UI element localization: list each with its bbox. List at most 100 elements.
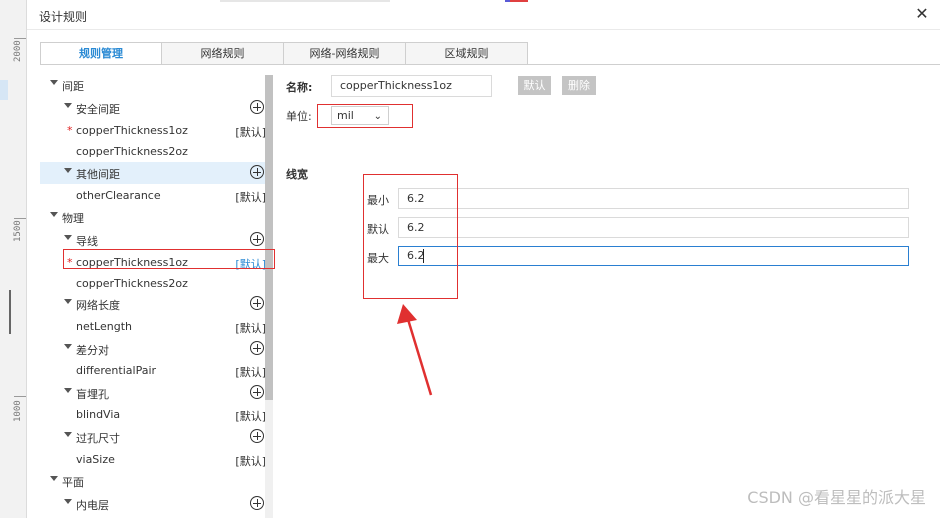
add-rule-icon[interactable]	[250, 100, 264, 114]
tree-rule-net-length[interactable]: netLength [默认]	[40, 316, 266, 338]
background-strip	[220, 0, 390, 2]
expand-arrow-icon[interactable]	[64, 344, 72, 349]
tree-node-inner-layer[interactable]: 内电层	[40, 493, 266, 515]
name-label: 名称:	[286, 81, 313, 94]
background-strip	[510, 0, 528, 2]
tree-node-label: 过孔尺寸	[76, 432, 120, 445]
rule-tree: 间距 安全间距 * copperThickness1oz [默认] copper…	[40, 70, 266, 518]
tree-node-label: 内电层	[76, 499, 109, 512]
width-section-title: 线宽	[286, 168, 308, 181]
default-tag: [默认]	[235, 191, 266, 204]
annotation-arrow-icon	[397, 304, 433, 396]
tree-node-blind-via[interactable]: 盲埋孔	[40, 382, 266, 404]
add-rule-icon[interactable]	[250, 496, 264, 510]
tree-rule-safe-copper2oz[interactable]: copperThickness2oz	[40, 141, 266, 163]
ruler-tick	[14, 396, 26, 397]
tree-rule-other-clearance[interactable]: otherClearance [默认]	[40, 185, 266, 207]
tree-rule-label: copperThickness2oz	[76, 277, 188, 290]
add-rule-icon[interactable]	[250, 341, 264, 355]
tab-net-net-rules[interactable]: 网络-网络规则	[284, 42, 406, 65]
tree-node-label: 其他间距	[76, 168, 120, 181]
tree-node-label: 平面	[62, 476, 84, 489]
tab-rule-management[interactable]: 规则管理	[40, 42, 162, 65]
tree-node-label: 物理	[62, 212, 84, 225]
tab-region-rules[interactable]: 区域规则	[406, 42, 528, 65]
tree-scrollbar-thumb[interactable]	[265, 75, 273, 400]
tree-rule-via-size[interactable]: viaSize [默认]	[40, 449, 266, 471]
tree-node-via-size[interactable]: 过孔尺寸	[40, 426, 266, 448]
min-width-input[interactable]: 6.2	[398, 188, 909, 209]
tree-rule-label: differentialPair	[76, 364, 157, 377]
required-marker: *	[67, 124, 73, 137]
arrow-shaft	[405, 315, 433, 396]
tree-node-plane[interactable]: 平面	[40, 470, 266, 492]
tree-rule-label: netLength	[76, 320, 132, 333]
dialog-title: 设计规则	[39, 10, 88, 24]
ruler-label-2000: 2000	[13, 40, 23, 62]
add-rule-icon[interactable]	[250, 429, 264, 443]
set-default-button[interactable]: 默认	[518, 76, 551, 95]
tree-rule-blind-via[interactable]: blindVia [默认]	[40, 404, 266, 426]
default-width-input[interactable]: 6.2	[398, 217, 909, 238]
default-tag: [默认]	[235, 366, 266, 379]
annotation-box-width-labels	[363, 174, 458, 299]
tree-node-label: 导线	[76, 235, 98, 248]
expand-arrow-icon[interactable]	[64, 299, 72, 304]
add-rule-icon[interactable]	[250, 165, 264, 179]
ruler-label-1000: 1000	[13, 400, 23, 422]
expand-arrow-icon[interactable]	[64, 388, 72, 393]
close-icon[interactable]: ✕	[914, 6, 930, 22]
tree-node-other-spacing[interactable]: 其他间距	[40, 162, 266, 184]
rule-tabs: 规则管理 网络规则 网络-网络规则 区域规则	[40, 42, 528, 65]
max-width-input[interactable]: 6.2	[398, 246, 909, 266]
add-rule-icon[interactable]	[250, 296, 264, 310]
ruler-tick	[14, 218, 26, 219]
tree-rule-label: copperThickness1oz	[76, 124, 188, 137]
default-tag: [默认]	[235, 322, 266, 335]
tree-rule-diff-pair[interactable]: differentialPair [默认]	[40, 360, 266, 382]
add-rule-icon[interactable]	[250, 385, 264, 399]
tree-node-spacing[interactable]: 间距	[40, 74, 266, 96]
tree-rule-track-copper2oz[interactable]: copperThickness2oz	[40, 273, 266, 295]
tree-rule-label: viaSize	[76, 453, 115, 466]
tree-node-label: 网络长度	[76, 299, 120, 312]
expand-arrow-icon[interactable]	[64, 235, 72, 240]
watermark: CSDN @看星星的派大星	[747, 488, 926, 507]
expand-arrow-icon[interactable]	[64, 103, 72, 108]
expand-arrow-icon[interactable]	[50, 476, 58, 481]
add-rule-icon[interactable]	[250, 232, 264, 246]
vertical-ruler: 2000 1500 1000	[0, 0, 27, 518]
expand-arrow-icon[interactable]	[50, 212, 58, 217]
ruler-marker	[9, 290, 11, 334]
default-tag: [默认]	[235, 410, 266, 423]
delete-button[interactable]: 删除	[562, 76, 596, 95]
expand-arrow-icon[interactable]	[64, 499, 72, 504]
expand-arrow-icon[interactable]	[50, 80, 58, 85]
tab-divider	[40, 64, 940, 65]
tree-rule-safe-copper1oz[interactable]: * copperThickness1oz [默认]	[40, 120, 266, 142]
tree-node-track[interactable]: 导线	[40, 229, 266, 251]
ruler-tick	[14, 38, 26, 39]
annotation-box-unit	[317, 104, 413, 128]
ruler-selection	[0, 80, 8, 100]
tab-net-rules[interactable]: 网络规则	[162, 42, 284, 65]
expand-arrow-icon[interactable]	[64, 432, 72, 437]
tree-rule-label: otherClearance	[76, 189, 161, 202]
tree-node-safe-spacing[interactable]: 安全间距	[40, 97, 266, 119]
tree-rule-label: copperThickness2oz	[76, 145, 188, 158]
arrow-head	[397, 304, 417, 324]
tree-node-diff-pair[interactable]: 差分对	[40, 338, 266, 360]
tree-node-physical[interactable]: 物理	[40, 206, 266, 228]
unit-label: 单位:	[286, 110, 312, 123]
tree-node-label: 间距	[62, 80, 84, 93]
default-tag: [默认]	[235, 126, 266, 139]
tree-node-label: 差分对	[76, 344, 109, 357]
annotation-box-selected-rule	[63, 249, 275, 269]
expand-arrow-icon[interactable]	[64, 168, 72, 173]
ruler-label-1500: 1500	[13, 220, 23, 242]
tree-rule-label: blindVia	[76, 408, 121, 421]
tree-node-net-length[interactable]: 网络长度	[40, 293, 266, 315]
tree-node-label: 安全间距	[76, 103, 120, 116]
rule-name-input[interactable]: copperThickness1oz	[331, 75, 492, 97]
design-rules-dialog: 设计规则 ✕ 规则管理 网络规则 网络-网络规则 区域规则 间距 安全间距 * …	[27, 0, 940, 518]
